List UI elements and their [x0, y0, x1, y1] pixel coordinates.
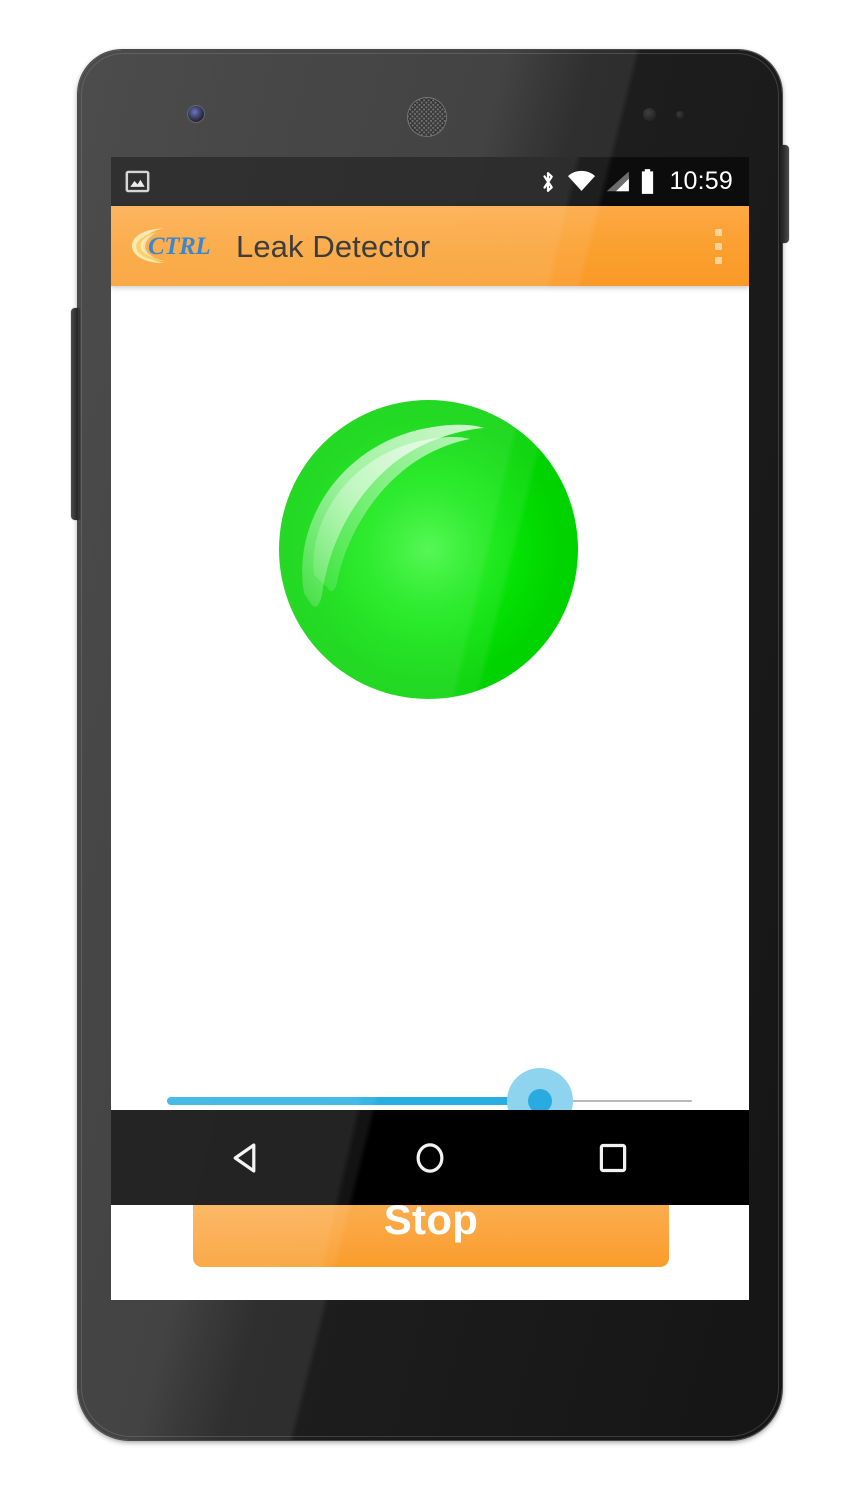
nav-back-button[interactable] [211, 1122, 283, 1194]
triangle-left-outline-icon [233, 1142, 256, 1173]
battery-icon [642, 169, 654, 194]
image-gallery-icon [125, 170, 150, 193]
wifi-icon [568, 170, 596, 191]
nav-home-button[interactable] [394, 1122, 466, 1194]
status-bar-system-icons: 10:59 [538, 167, 736, 196]
volume-rocker-button[interactable] [71, 308, 80, 520]
android-status-bar: 10:59 [111, 157, 749, 206]
nav-recents-button[interactable] [577, 1122, 649, 1194]
app-content-area: Stop [111, 286, 749, 1267]
app-action-bar: CTRL Leak Detector [111, 206, 749, 286]
android-navigation-bar [111, 1110, 749, 1205]
speaker-mesh [408, 98, 446, 136]
square-outline-icon [600, 1143, 627, 1172]
overflow-dot-2 [714, 242, 722, 250]
phone-screen: 10:59 CTRL Leak Detector Stop [111, 157, 749, 1300]
power-button[interactable] [780, 145, 789, 243]
earpiece-speaker [408, 98, 446, 136]
bluetooth-icon [543, 171, 554, 192]
overflow-dot-3 [714, 256, 722, 264]
slider-track-filled [167, 1097, 540, 1105]
phone-device: 10:59 CTRL Leak Detector Stop [71, 50, 789, 1440]
proximity-sensor [643, 108, 656, 121]
cellular-signal-icon [607, 171, 630, 192]
status-bar-notifications [124, 168, 151, 195]
overflow-menu-button[interactable] [701, 215, 735, 277]
app-title: Leak Detector [236, 228, 431, 264]
ctrl-logo-text: CTRL [148, 233, 210, 260]
leak-status-indicator[interactable] [279, 400, 578, 699]
ctrl-logo: CTRL [130, 224, 226, 268]
circle-outline-icon [416, 1142, 444, 1173]
leak-status-indicator-gloss [302, 424, 484, 607]
overflow-dot-1 [714, 228, 722, 236]
status-bar-clock: 10:59 [669, 167, 733, 195]
light-sensor [676, 111, 684, 119]
front-camera [188, 106, 204, 122]
